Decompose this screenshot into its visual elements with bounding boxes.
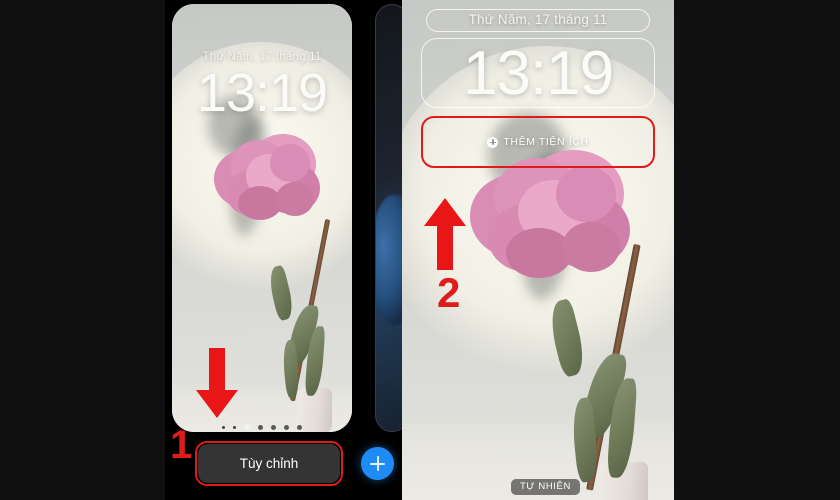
arrow-up-icon	[424, 198, 466, 270]
left-phone-panel: Thứ Năm, 17 tháng 11 13:19 Tùy chỉnh	[165, 0, 402, 500]
add-widget-slot-inner: THÊM TIỆN ÍCH	[487, 136, 588, 148]
add-wallpaper-button[interactable]	[361, 447, 394, 480]
page-dot[interactable]	[271, 424, 276, 430]
add-widget-slot[interactable]: THÊM TIỆN ÍCH	[421, 116, 655, 168]
page-dot[interactable]	[222, 425, 225, 429]
adjacent-wallpaper-image	[376, 195, 402, 325]
page-dot[interactable]	[258, 424, 263, 430]
page-dot-active[interactable]	[244, 424, 250, 430]
page-dot[interactable]	[297, 424, 302, 430]
step-number-1: 1	[170, 423, 193, 467]
customize-button-wrap[interactable]: Tùy chỉnh	[195, 441, 343, 486]
lock-date: Thứ Năm, 17 tháng 11	[468, 12, 608, 27]
arrow-down-icon	[196, 348, 238, 418]
add-widget-label: THÊM TIỆN ÍCH	[503, 136, 589, 148]
page-dots[interactable]	[172, 424, 352, 430]
page-dot[interactable]	[233, 425, 236, 429]
plus-circle-icon	[487, 136, 499, 148]
flower-bloom	[464, 148, 640, 288]
flower-bloom	[210, 132, 326, 228]
adjacent-wallpaper-card[interactable]	[375, 4, 402, 432]
step-number-2: 2	[437, 269, 461, 316]
lock-clock: 13:19	[196, 63, 328, 123]
screenshot-root: Thứ Năm, 17 tháng 11 13:19 Tùy chỉnh Thứ…	[0, 0, 840, 500]
page-dot[interactable]	[284, 424, 289, 430]
customize-button[interactable]: Tùy chỉnh	[198, 444, 340, 483]
wallpaper-style-chip[interactable]: TỰ NHIÊN	[511, 479, 580, 495]
lock-clock: 13:19	[462, 39, 614, 108]
